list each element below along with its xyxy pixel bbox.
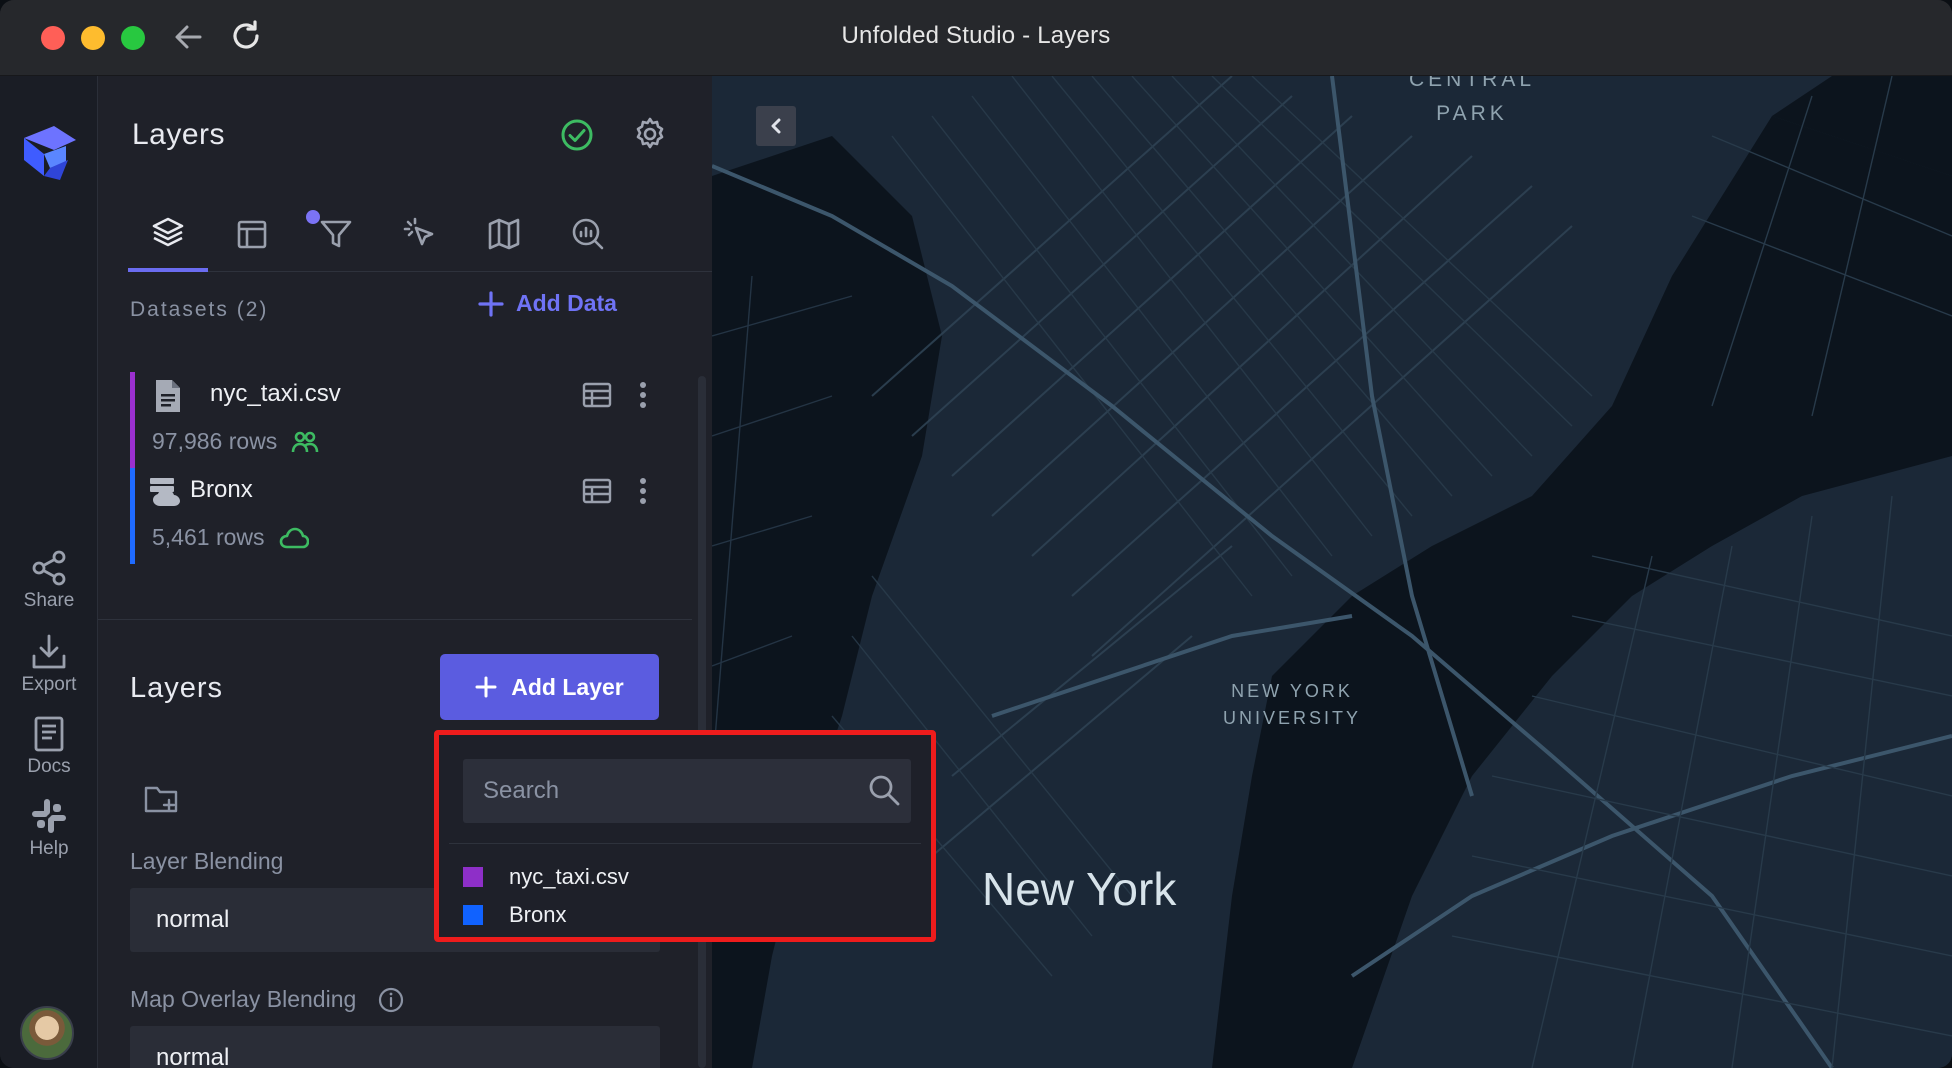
dropdown-option-bronx[interactable]: Bronx	[463, 895, 911, 935]
map-label-city: New York	[982, 863, 1177, 915]
panel-title: Layers	[132, 118, 226, 151]
overlay-blending-label: Map Overlay Blending	[130, 986, 404, 1013]
more-vertical-icon	[640, 478, 646, 504]
rail-docs-button[interactable]: Docs	[0, 714, 98, 778]
table-icon	[582, 478, 612, 504]
rail-export-button[interactable]: Export	[0, 632, 98, 696]
panel-tabs	[128, 196, 712, 272]
add-group-button[interactable]	[144, 784, 178, 814]
map-icon	[488, 218, 520, 250]
unfolded-logo-icon	[24, 126, 76, 180]
cloud-icon	[279, 527, 309, 548]
dropdown-option-nyc-taxi[interactable]: nyc_taxi.csv	[463, 857, 911, 897]
map-label-nyu-1: NEW YORK	[1231, 681, 1353, 701]
slack-icon	[32, 799, 66, 833]
dataset-item[interactable]: Bronx 5,461 rows	[130, 468, 670, 564]
cloud-database-icon	[148, 474, 180, 510]
app-logo[interactable]	[14, 118, 84, 188]
docs-icon	[34, 716, 64, 752]
datasets-header: Datasets (2)	[130, 298, 269, 321]
tab-base-map[interactable]	[212, 196, 292, 272]
rail-help-button[interactable]: Help	[0, 796, 98, 860]
dataset-row-count: 97,986 rows	[152, 428, 278, 454]
info-icon[interactable]	[378, 987, 404, 1013]
dataset-menu-button[interactable]	[638, 380, 648, 410]
plus-icon	[475, 676, 497, 698]
panel-scrollbar[interactable]	[698, 376, 706, 1068]
dataset-color-swatch	[463, 905, 483, 925]
tab-filters[interactable]	[296, 196, 376, 272]
rail-help-label: Help	[29, 838, 69, 859]
gear-icon	[636, 117, 664, 149]
overlay-blending-label-text: Map Overlay Blending	[130, 986, 357, 1012]
add-layer-label: Add Layer	[511, 673, 624, 700]
settings-button[interactable]	[632, 116, 668, 152]
cursor-icon	[403, 217, 434, 246]
dataset-select-dropdown: nyc_taxi.csv Bronx	[434, 730, 936, 942]
tab-analytics[interactable]	[548, 196, 628, 272]
tab-layers[interactable]	[128, 196, 208, 272]
table-icon	[582, 382, 612, 408]
dataset-menu-button[interactable]	[638, 476, 648, 506]
rail-docs-label: Docs	[27, 756, 71, 777]
export-icon	[32, 634, 66, 669]
layers-icon	[152, 217, 184, 247]
dataset-color-bar	[130, 372, 135, 468]
dropdown-option-label: Bronx	[509, 902, 567, 927]
overlay-blending-select[interactable]: normal	[130, 1026, 660, 1068]
users-icon	[292, 431, 319, 452]
user-avatar[interactable]	[20, 1006, 74, 1060]
map-label-central-park-2: PARK	[1436, 102, 1508, 125]
check-circle-icon	[561, 119, 593, 151]
map-label-central-park-1: CENTRAL	[1408, 76, 1536, 91]
share-icon	[32, 550, 66, 586]
search-icon	[867, 773, 901, 807]
dataset-table-button[interactable]	[582, 382, 612, 408]
file-icon	[152, 378, 184, 414]
dataset-rows: 5,461 rows	[152, 524, 309, 551]
saved-status-button[interactable]	[560, 118, 594, 152]
dataset-color-swatch	[463, 867, 483, 887]
dropdown-search-input[interactable]	[463, 759, 843, 823]
dataset-rows: 97,986 rows	[152, 428, 319, 455]
add-data-button[interactable]: Add Data	[478, 290, 617, 317]
layout-icon	[237, 220, 267, 249]
dataset-name: nyc_taxi.csv	[210, 380, 341, 407]
analytics-icon	[572, 218, 604, 250]
add-layer-button[interactable]: Add Layer	[440, 654, 659, 720]
add-data-label: Add Data	[516, 290, 617, 316]
plus-icon	[478, 290, 504, 317]
dataset-item[interactable]: nyc_taxi.csv 97,986 rows	[130, 372, 670, 468]
folder-plus-icon	[144, 786, 178, 813]
title-bar: Unfolded Studio - Layers	[0, 0, 1952, 76]
layers-section-title: Layers	[130, 672, 224, 704]
map-label-nyu-2: UNIVERSITY	[1222, 708, 1362, 728]
tab-interactions[interactable]	[380, 196, 460, 272]
layer-blending-label: Layer Blending	[130, 848, 284, 874]
dataset-table-button[interactable]	[582, 478, 612, 504]
rail-share-label: Share	[23, 590, 75, 611]
dropdown-search	[463, 759, 911, 823]
collapse-panel-button[interactable]	[756, 106, 796, 146]
more-vertical-icon	[640, 382, 646, 408]
dropdown-divider	[449, 843, 921, 844]
app-window: Unfolded Studio - Layers Share Export Do…	[0, 0, 1952, 1068]
rail-share-button[interactable]: Share	[0, 548, 98, 612]
tab-map-style[interactable]	[464, 196, 544, 272]
left-rail: Share Export Docs Help	[0, 76, 98, 1068]
section-divider	[98, 619, 692, 620]
dataset-color-bar	[130, 468, 135, 564]
dropdown-option-label: nyc_taxi.csv	[509, 864, 629, 889]
window-title: Unfolded Studio - Layers	[841, 22, 1111, 49]
dataset-row-count: 5,461 rows	[152, 524, 265, 550]
dataset-name: Bronx	[190, 476, 253, 503]
chevron-left-icon	[771, 118, 781, 134]
filter-icon	[320, 220, 352, 248]
rail-export-label: Export	[21, 674, 77, 695]
